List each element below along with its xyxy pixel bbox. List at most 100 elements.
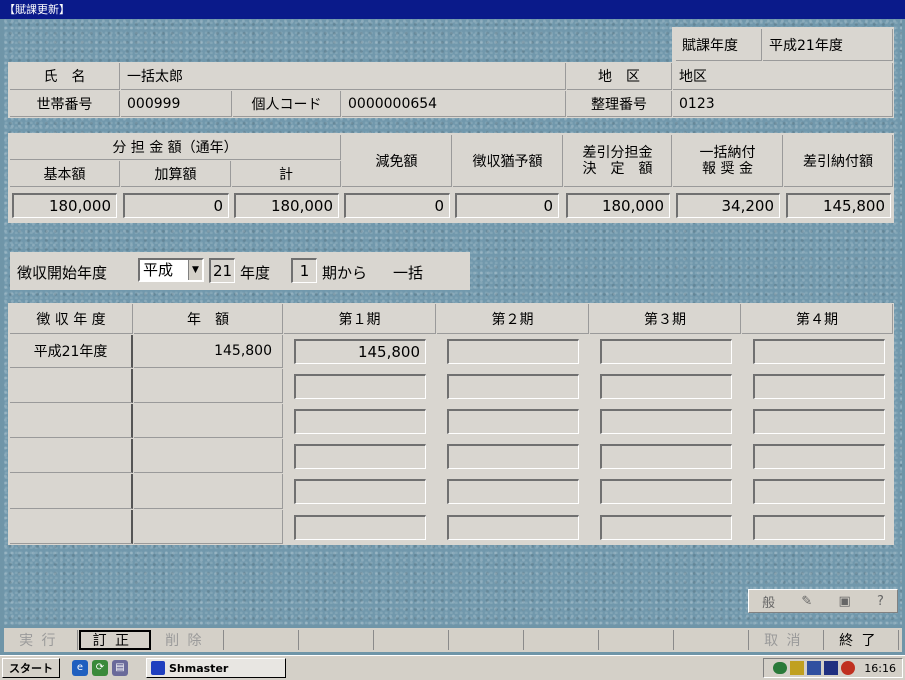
row-p1-field[interactable]	[294, 409, 426, 434]
row-p4-field[interactable]	[753, 409, 885, 434]
row-p2-field[interactable]	[447, 339, 579, 364]
row-year[interactable]	[10, 404, 133, 438]
row-p3-field[interactable]	[600, 374, 732, 399]
network-icon[interactable]: ⟳	[92, 660, 108, 676]
row-p2-field[interactable]	[447, 374, 579, 399]
row-p3-field[interactable]	[600, 479, 732, 504]
fkey-4[interactable]	[225, 630, 299, 650]
row-p1-field[interactable]	[294, 515, 426, 540]
start-period-field[interactable]: 1	[291, 258, 317, 283]
personal-code-value: 0000000654	[342, 91, 566, 117]
taskbar-app-shmaster[interactable]: Shmaster	[146, 658, 286, 678]
reduction-field[interactable]: 0	[344, 193, 450, 218]
additional-amount-field[interactable]: 0	[123, 193, 229, 218]
tray-icon-4[interactable]	[824, 661, 839, 675]
row-p3-field[interactable]	[600, 409, 732, 434]
lump-reward-label-line2: 報 奨 金	[702, 160, 753, 177]
share-amount-group-label: 分 担 金 額（通年）	[10, 135, 341, 160]
row-p3-field[interactable]	[600, 515, 732, 540]
row-p2-field[interactable]	[447, 444, 579, 469]
lump-reward-field[interactable]: 34,200	[676, 193, 780, 218]
correct-button[interactable]: 訂正	[79, 630, 151, 650]
desktop-icon[interactable]: ▤	[112, 660, 128, 676]
row-amount: 145,800	[134, 335, 283, 368]
name-value: 一括太郎	[121, 63, 566, 90]
cancel-button[interactable]: 取消	[750, 630, 824, 650]
name-label: 氏 名	[10, 63, 120, 90]
row-p4-field[interactable]	[753, 479, 885, 504]
row-amount	[134, 510, 283, 544]
ime-mode-label[interactable]: 般	[762, 592, 775, 611]
ime-dictionary-icon[interactable]: ▣	[838, 594, 850, 609]
fkey-9[interactable]	[600, 630, 674, 650]
reduction-label: 減免額	[342, 135, 452, 187]
fiscal-year-value: 平成21年度	[763, 29, 893, 61]
taskbar-app-label: Shmaster	[169, 661, 229, 675]
row-p2-field[interactable]	[447, 409, 579, 434]
row-p1-field[interactable]	[294, 374, 426, 399]
taskbar: スタート e ⟳ ▤ Shmaster 16:16	[0, 655, 905, 680]
row-year[interactable]	[10, 369, 133, 403]
row-p2-field[interactable]	[447, 479, 579, 504]
additional-amount-label: 加算額	[121, 161, 231, 187]
row-p4-field[interactable]	[753, 374, 885, 399]
row-p1-field[interactable]	[294, 444, 426, 469]
net-share-label: 差引分担金 決 定 額	[564, 135, 672, 187]
row-year[interactable]	[10, 510, 133, 544]
start-period-suffix: 期から	[322, 264, 368, 282]
start-year-suffix: 年度	[240, 264, 271, 282]
col-period-3: 第３期	[590, 304, 741, 334]
fkey-6[interactable]	[375, 630, 449, 650]
system-tray: 16:16	[763, 658, 903, 678]
tray-icon-2[interactable]	[790, 661, 805, 675]
start-button[interactable]: スタート	[2, 658, 60, 678]
fkey-5[interactable]	[300, 630, 374, 650]
start-button-label: スタート	[9, 662, 53, 675]
app-icon	[151, 661, 165, 675]
row-year[interactable]	[10, 474, 133, 509]
ime-help-icon[interactable]: ?	[877, 594, 884, 609]
col-collection-year: 徴 収 年 度	[10, 304, 133, 334]
chevron-down-icon[interactable]: ▼	[188, 260, 202, 280]
ime-toolbar[interactable]: 般 ✎ ▣ ?	[748, 589, 898, 613]
row-year[interactable]	[10, 439, 133, 473]
start-year-field[interactable]: 21	[209, 258, 235, 283]
basic-amount-field[interactable]: 180,000	[12, 193, 117, 218]
district-label: 地 区	[567, 63, 672, 90]
row-amount	[134, 474, 283, 509]
net-payment-field[interactable]: 145,800	[786, 193, 891, 218]
net-share-field[interactable]: 180,000	[566, 193, 670, 218]
net-payment-label: 差引納付額	[784, 135, 893, 187]
ime-tool-icon[interactable]: ✎	[801, 594, 812, 609]
col-period-1: 第１期	[284, 304, 436, 334]
row-p4-field[interactable]	[753, 515, 885, 540]
era-select[interactable]: 平成 ▼	[138, 258, 204, 282]
row-p3-field[interactable]	[600, 444, 732, 469]
deferral-field[interactable]: 0	[455, 193, 559, 218]
collection-start-label: 徴収開始年度	[17, 264, 108, 282]
row-p3-field[interactable]	[600, 339, 732, 364]
exit-button[interactable]: 終了	[825, 630, 899, 650]
tray-icon-1[interactable]	[773, 662, 788, 674]
row-year[interactable]: 平成21年度	[10, 335, 133, 368]
household-no-value: 000999	[121, 91, 232, 117]
lump-reward-label-line1: 一括納付	[699, 144, 756, 161]
row-p1-field[interactable]: 145,800	[294, 339, 426, 364]
tray-icon-3[interactable]	[807, 661, 822, 675]
total-amount-field[interactable]: 180,000	[234, 193, 339, 218]
row-p4-field[interactable]	[753, 444, 885, 469]
col-annual-amount: 年 額	[134, 304, 283, 334]
collection-mode: 一括	[393, 264, 424, 282]
fkey-7[interactable]	[450, 630, 524, 650]
fkey-8[interactable]	[525, 630, 599, 650]
delete-button[interactable]: 削除	[152, 630, 224, 650]
deferral-label: 徴収猶予額	[453, 135, 563, 187]
fkey-10[interactable]	[675, 630, 749, 650]
row-p2-field[interactable]	[447, 515, 579, 540]
row-p1-field[interactable]	[294, 479, 426, 504]
net-share-label-line2: 決 定 額	[582, 160, 653, 177]
browser-icon[interactable]: e	[72, 660, 88, 676]
tray-icon-5[interactable]	[841, 661, 856, 675]
execute-button[interactable]: 実行	[6, 630, 78, 650]
row-p4-field[interactable]	[753, 339, 885, 364]
